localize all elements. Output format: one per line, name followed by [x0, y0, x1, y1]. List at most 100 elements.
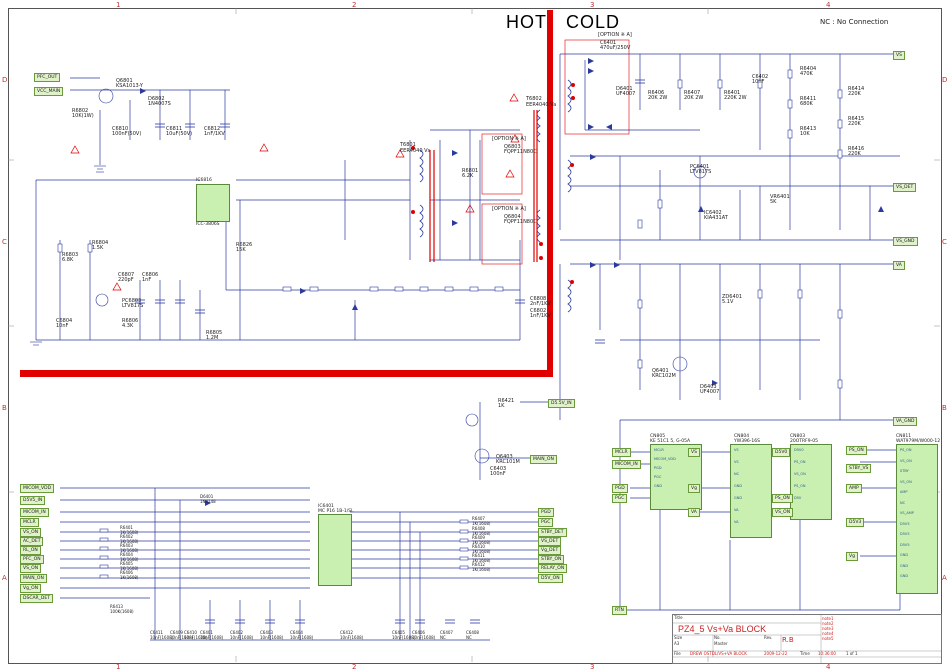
connector-pin-label: PGD [654, 466, 662, 470]
tb-no: Master [714, 641, 728, 646]
conn-net-vs-on: VS_ON [772, 508, 794, 517]
conn-net-micom-in: MICOM_IN [612, 460, 641, 469]
connector-pin-label: PS_ON [794, 460, 806, 464]
mcu-left-net: MICOM_IN [20, 508, 49, 517]
secondary-part-value: 470uF/250V [600, 45, 631, 51]
secondary-part-value: 220K [848, 91, 861, 97]
option-label-top: [OPTION ※ A] [598, 32, 632, 38]
connector-pin-label: VA [734, 508, 739, 512]
transformer-t6802-part: EER4040 Va [526, 102, 557, 108]
pwm-ic [196, 184, 230, 222]
pwm-ic-ref: IC6816 [196, 178, 212, 183]
mcu-right-net: VS_DET [538, 537, 562, 546]
primary-part-value: 15K [236, 247, 246, 253]
mcu-left-net: MAIN_ON [20, 574, 47, 583]
tb-note: note5 [822, 636, 834, 641]
title-block [672, 614, 942, 664]
mcu-left-net: Vg_ON [20, 584, 42, 593]
secondary-part-value: 100nF [490, 471, 506, 477]
connector-pin-label: VS_ON [794, 472, 806, 476]
mcu-part-value: 10nF(1608) [260, 635, 284, 640]
connector-pin-label: VS_AMP [900, 511, 914, 515]
primary-part-value: KSA1013-Y [116, 83, 143, 89]
connector-pin-label: VS [734, 460, 739, 464]
mcu-part-value: 1K(1608) [472, 567, 491, 572]
connector-pin-label: PGC [654, 475, 662, 479]
mcu-part-value: 10nF(1608) [150, 635, 174, 640]
connector-pin-label: VA [734, 520, 739, 524]
tb-rev-label: Rev. [764, 635, 773, 640]
connector-pin-label: D5V [794, 496, 802, 500]
mcu-left-net: PFC_ON [20, 555, 44, 564]
connector-pin-label: STBY [900, 469, 909, 473]
mcu-left-net: VS_ON [20, 564, 42, 573]
primary-part-value: 1N4007S [148, 101, 171, 107]
primary-part-value: 1.2M [206, 335, 219, 341]
net-main-on: MAIN_ON [530, 455, 557, 464]
conn-net-stby-vs: STBY_VS [846, 464, 872, 473]
cn803-part: 20OTRF9-05 [790, 439, 818, 444]
connector-cn803 [790, 444, 832, 520]
cn811-part: WAT979M/W000-12 [896, 439, 941, 444]
primary-part-value: 10nF [56, 323, 69, 329]
mcu-part-value: 10nF(1608) [184, 635, 208, 640]
conn-net-rtn: RTN [612, 606, 627, 615]
mcu-right-net: PGC [538, 518, 554, 527]
primary-part-value: 100nF(50V) [112, 131, 142, 137]
secondary-part-value: LTV817S [690, 169, 712, 175]
connector-pin-label: GND [900, 574, 909, 578]
connector-pin-label: VS [734, 448, 739, 452]
net-vs: VS [893, 51, 905, 60]
connector-pin-label: GND [734, 484, 743, 488]
conn-net-ps-on: PS_ON [772, 494, 793, 503]
cn805-part: KE 51C1 5, G-05A [650, 439, 691, 444]
tb-title-label: Title [674, 615, 683, 620]
connector-pin-label: MCLR [654, 448, 664, 452]
connector-pin-label: VS_ON [900, 479, 912, 484]
secondary-part-value: 220K [848, 151, 861, 157]
tb-no-label: No. [714, 635, 721, 640]
connector-pin-label: GND [900, 563, 909, 568]
tb-rev: R.B [782, 636, 794, 644]
secondary-part-value: KRC101M [496, 459, 520, 465]
mcu-part-value: 10nF(1608) [290, 635, 314, 640]
primary-part-value: 6.8K [62, 257, 74, 263]
conn-net-pgd: PGD [612, 484, 628, 493]
mcu-right-net: RELAY_ON [538, 564, 568, 573]
net-vs-gnd: VS_GND [893, 237, 918, 246]
net-vcc-main: VCC_MAIN [34, 87, 64, 96]
secondary-part-value: 20K 2W [648, 95, 668, 101]
net-va-gnd: VA_GND [893, 417, 918, 426]
mcu-left-net: MCLR [20, 518, 39, 527]
secondary-part-value: KRC102M [652, 373, 676, 379]
mcu-part-value: 1K(1608) [120, 575, 139, 580]
mcu-left-net: MICOM_VDD [20, 484, 55, 493]
primary-part-value: 1nF/1KV [530, 313, 551, 319]
mcu-left-net: AC_DET [20, 537, 44, 546]
conn-net-d5v0: D5V0 [772, 448, 791, 457]
tb-size-label: Size [674, 635, 683, 640]
primary-part-value: 1nF [142, 277, 152, 283]
mcu-right-net: D5V_ON [538, 574, 563, 583]
tb-file: DREW OSTDL/VS+VA BLOCK [690, 651, 747, 656]
mcu-right-net: PGD [538, 508, 554, 517]
connector-pin-label: VS_ON [900, 458, 912, 463]
secondary-part-value: 10nF [752, 79, 765, 85]
connector-pin-label: PS_ON [794, 484, 806, 488]
mcu-left-net: D5V5_IN [20, 496, 46, 505]
connector-pin-label: GND [900, 553, 909, 557]
mcu-right-net: STBY_ON [538, 555, 565, 564]
connector-cn811 [896, 444, 938, 594]
secondary-part-value: 1K [498, 403, 505, 409]
conn-net-pgc: PGC [612, 494, 628, 503]
secondary-part-value: 220K [848, 121, 861, 127]
mcu-left-net: VS_ON [20, 528, 42, 537]
cn804-part: YW396-16S [734, 439, 760, 444]
connector-pin-label: D5V5 [900, 521, 910, 526]
primary-part-value: 220pF [118, 277, 134, 283]
connector-pin-label: GND [654, 484, 663, 488]
transformer-t6801-part: EER4040 Vs [400, 148, 431, 154]
connector-pin-label: D5V5 [900, 532, 910, 536]
net-vs-det: VS_DET [893, 183, 917, 192]
mcu-part-value: 10nF(1608) [412, 635, 436, 640]
